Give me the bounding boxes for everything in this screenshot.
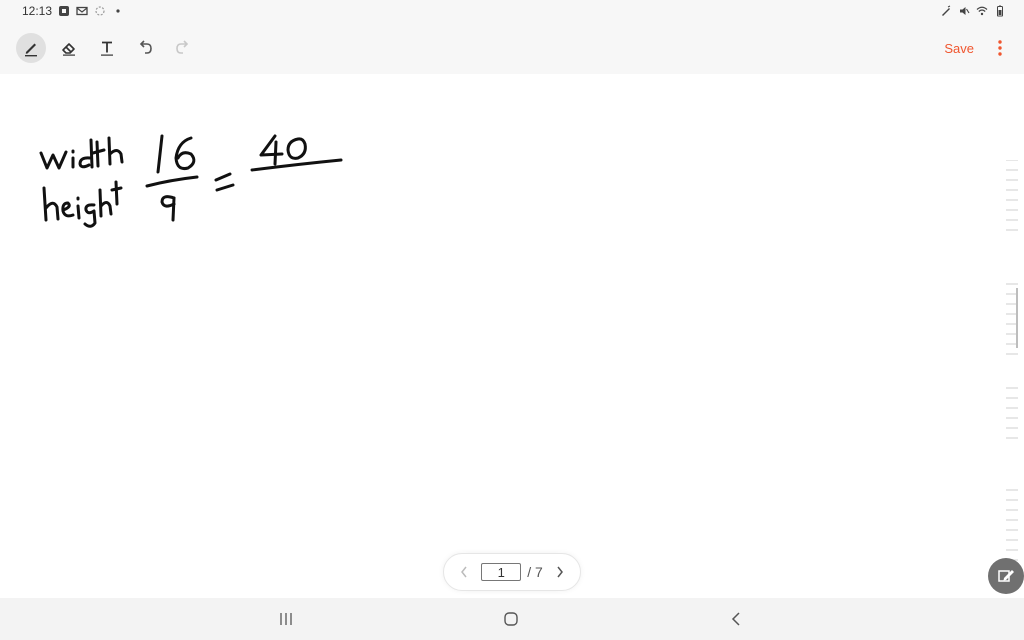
- recent-apps-button[interactable]: [274, 608, 298, 630]
- status-bar: 12:13: [0, 0, 1024, 22]
- text-tool-button[interactable]: [92, 33, 122, 63]
- app-icon: [95, 6, 105, 16]
- pen-icon: [25, 43, 37, 57]
- more-options-button[interactable]: [990, 33, 1010, 63]
- home-icon: [504, 612, 518, 626]
- save-button[interactable]: Save: [944, 41, 974, 56]
- fraction-bar-left: [145, 175, 199, 188]
- handwriting-ink: [39, 134, 343, 228]
- prev-page-button[interactable]: [453, 565, 475, 579]
- drawing-canvas[interactable]: [0, 74, 1024, 598]
- back-button[interactable]: [724, 608, 748, 630]
- handwriting-equals: [214, 172, 235, 192]
- pen-tool-button[interactable]: [16, 33, 46, 63]
- dot-icon: [116, 9, 120, 13]
- redo-button[interactable]: [168, 33, 198, 63]
- status-right: [940, 5, 1006, 17]
- toolbar: Save: [0, 22, 1024, 74]
- eraser-icon: [62, 43, 75, 56]
- mail-icon: [76, 6, 88, 16]
- more-vertical-icon: [998, 40, 1002, 56]
- handwriting-9: [160, 195, 176, 222]
- undo-button[interactable]: [130, 33, 160, 63]
- chevron-right-icon: [557, 566, 563, 578]
- undo-icon: [139, 40, 152, 54]
- back-icon: [731, 612, 740, 626]
- pen-icon: [998, 570, 1014, 582]
- pen-icon: [942, 5, 951, 16]
- navigation-bar: [0, 598, 1024, 640]
- page-navigator: 1 / 7: [443, 553, 581, 591]
- chevron-left-icon: [461, 566, 467, 578]
- page-number-input[interactable]: 1: [481, 563, 522, 581]
- notification-icon: [59, 6, 70, 16]
- status-time: 12:13: [22, 4, 53, 18]
- handwriting-16: [156, 134, 196, 174]
- fraction-bar-right: [250, 158, 343, 172]
- recent-apps-icon: [280, 613, 292, 625]
- battery-icon: [997, 5, 1003, 17]
- wifi-icon: [976, 6, 988, 16]
- floating-pen-button[interactable]: [988, 558, 1024, 594]
- handwriting-width: [39, 136, 124, 170]
- mute-icon: [960, 7, 970, 15]
- scroll-thumb[interactable]: [1016, 288, 1018, 348]
- text-icon: [101, 41, 113, 56]
- handwriting-40: [259, 134, 307, 166]
- redo-icon: [176, 40, 189, 54]
- status-left: 12:13: [22, 4, 124, 18]
- eraser-tool-button[interactable]: [54, 33, 84, 63]
- scroll-ruler[interactable]: [1006, 160, 1018, 580]
- page-total: / 7: [527, 564, 543, 580]
- next-page-button[interactable]: [549, 565, 571, 579]
- handwriting-height: [42, 180, 123, 228]
- home-button[interactable]: [499, 608, 523, 630]
